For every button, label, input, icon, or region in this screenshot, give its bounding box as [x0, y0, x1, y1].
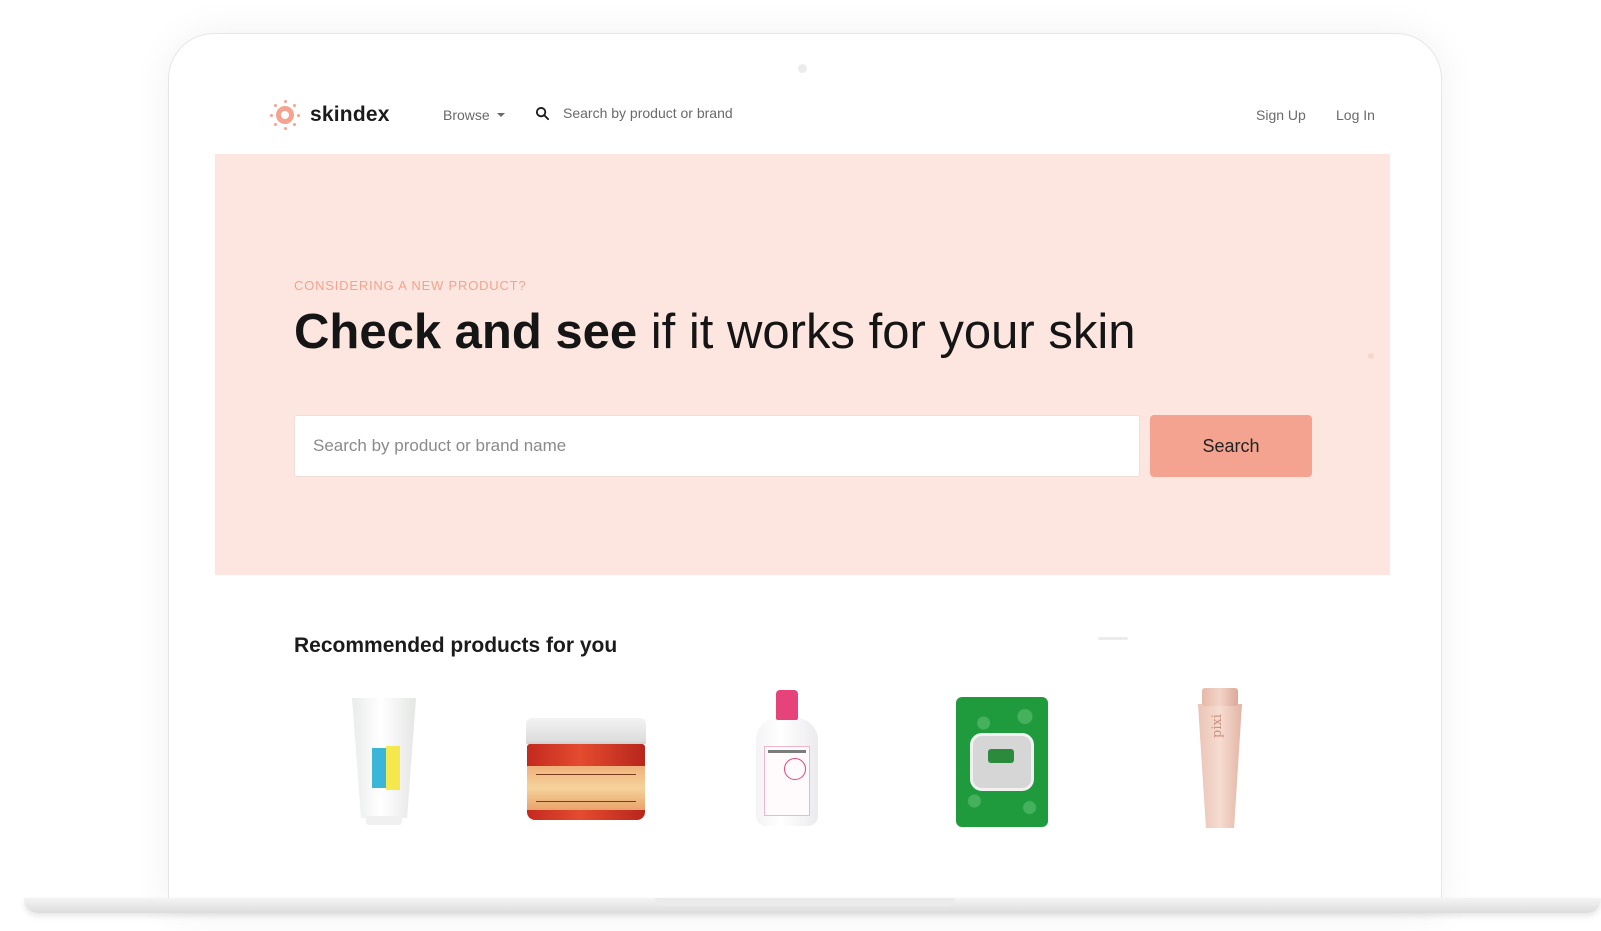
brand-name: skindex — [310, 103, 390, 126]
browse-label: Browse — [443, 107, 490, 123]
sign-up-link[interactable]: Sign Up — [1256, 107, 1306, 123]
eye-cream-jar-icon — [526, 718, 646, 744]
navbar: skindex Browse Sign Up Log In — [215, 88, 1390, 144]
laptop-base-notch — [655, 898, 955, 906]
hero-banner: CONSIDERING A NEW PRODUCT? Check and see… — [215, 154, 1390, 575]
product-card-facial-wipes[interactable] — [956, 697, 1048, 827]
hero-search-button[interactable]: Search — [1150, 415, 1312, 477]
laptop-mockup: skindex Browse Sign Up Log In CONSIDERIN… — [0, 0, 1601, 931]
label-line — [768, 750, 806, 753]
hero-eyebrow: CONSIDERING A NEW PRODUCT? — [294, 278, 527, 293]
browse-dropdown[interactable]: Browse — [443, 107, 505, 123]
tube-cap — [366, 816, 402, 825]
bottle-label — [764, 746, 810, 816]
product-card-micellar-water[interactable] — [756, 690, 818, 826]
headline-rest: if it works for your skin — [637, 305, 1136, 359]
product-card-pink-tube[interactable]: pixi — [1198, 688, 1242, 828]
hero-headline: Check and see if it works for your skin — [294, 304, 1135, 360]
hero-search-input[interactable] — [294, 415, 1140, 477]
product-card-eye-cream[interactable] — [526, 718, 646, 822]
sun-logo-icon — [270, 100, 300, 130]
label-circle — [784, 758, 806, 780]
logo[interactable]: skindex — [270, 100, 390, 130]
nav-search-input[interactable] — [563, 105, 823, 121]
carousel-indicator — [1098, 637, 1128, 640]
headline-bold: Check and see — [294, 305, 638, 359]
tube-cap — [1202, 688, 1238, 706]
search-icon — [535, 106, 550, 120]
decorative-dot — [1368, 353, 1374, 359]
label-stripe — [372, 748, 386, 788]
recommended-title: Recommended products for you — [294, 634, 618, 657]
tube-brand-text: pixi — [1210, 714, 1225, 738]
wipes-logo — [988, 749, 1014, 763]
caret-down-icon — [496, 113, 505, 117]
jar-label-lines — [536, 774, 636, 802]
product-card-cleanser[interactable] — [352, 698, 416, 826]
camera-dot — [798, 64, 807, 73]
nav-search — [535, 105, 823, 121]
label-stripe — [386, 746, 400, 790]
bottle-cap — [776, 690, 798, 720]
log-in-link[interactable]: Log In — [1336, 107, 1375, 123]
